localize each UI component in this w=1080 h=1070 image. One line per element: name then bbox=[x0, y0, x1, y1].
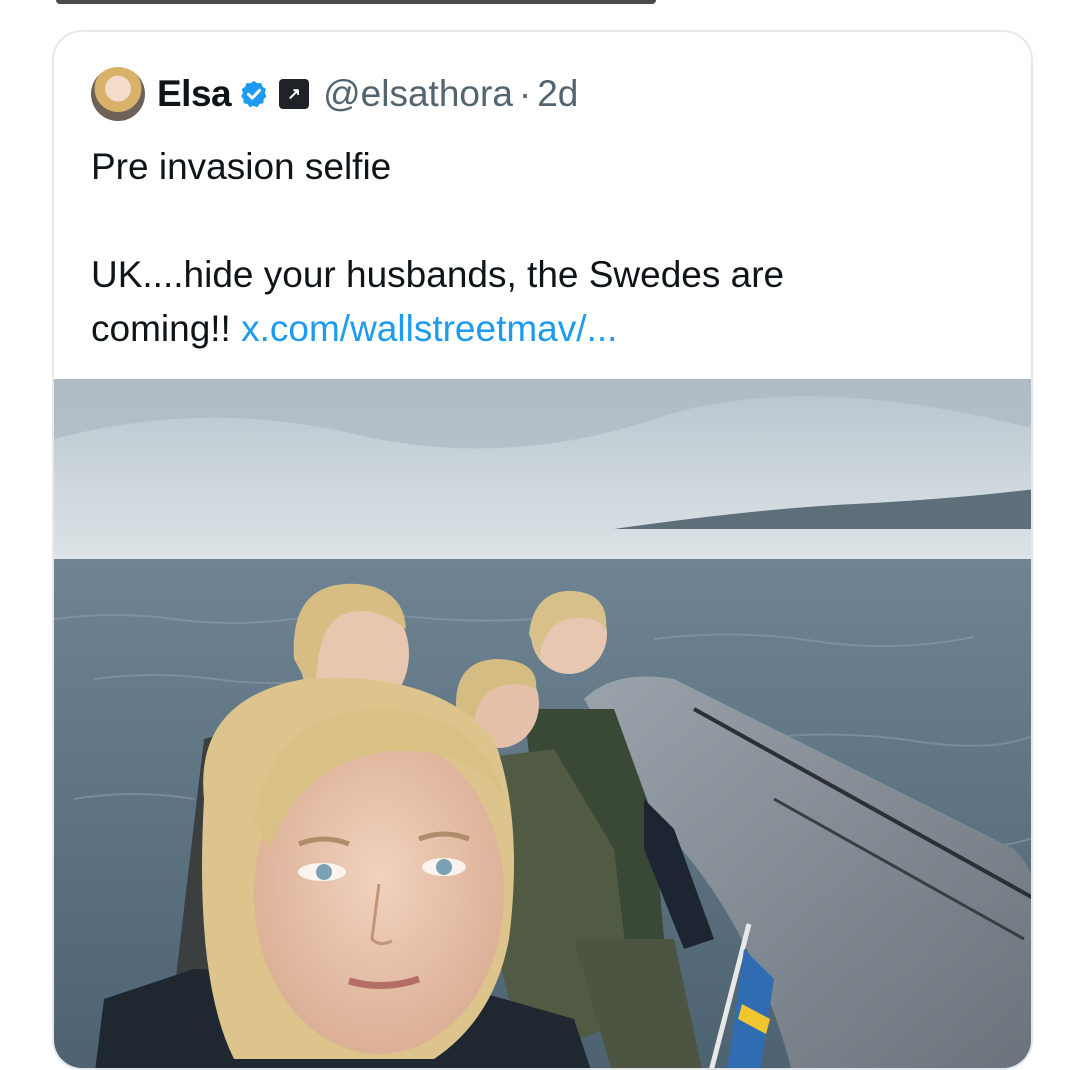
cropped-text-strip bbox=[56, 0, 656, 4]
separator-dot: · bbox=[519, 73, 531, 115]
affiliate-badge-icon: ↗ bbox=[279, 79, 309, 109]
photo-illustration bbox=[54, 379, 1033, 1070]
tweet-text-line-3-body: coming!! bbox=[91, 308, 231, 349]
avatar[interactable] bbox=[91, 67, 145, 121]
tweet-text-line-2: UK....hide your husbands, the Swedes are bbox=[91, 248, 991, 302]
tweet-age[interactable]: 2d bbox=[537, 73, 578, 115]
tweet-text-line-3: coming!! x.com/wallstreetmav/... bbox=[91, 302, 991, 356]
verified-badge-icon bbox=[239, 79, 269, 109]
tweet-photo[interactable] bbox=[54, 379, 1033, 1070]
author-handle[interactable]: @elsathora bbox=[323, 73, 513, 115]
tweet-header: Elsa ↗ @elsathora · 2d bbox=[91, 66, 578, 122]
tweet-text-line-1: Pre invasion selfie bbox=[91, 140, 991, 194]
author-name[interactable]: Elsa bbox=[157, 73, 231, 115]
affiliate-badge-glyph: ↗ bbox=[287, 84, 300, 104]
tweet-text: Pre invasion selfie UK....hide your husb… bbox=[91, 140, 991, 356]
cropped-previous-content bbox=[0, 0, 1080, 26]
quoted-tweet-card[interactable]: Elsa ↗ @elsathora · 2d Pre invasion self… bbox=[52, 30, 1033, 1070]
tweet-link[interactable]: x.com/wallstreetmav/... bbox=[241, 308, 617, 349]
